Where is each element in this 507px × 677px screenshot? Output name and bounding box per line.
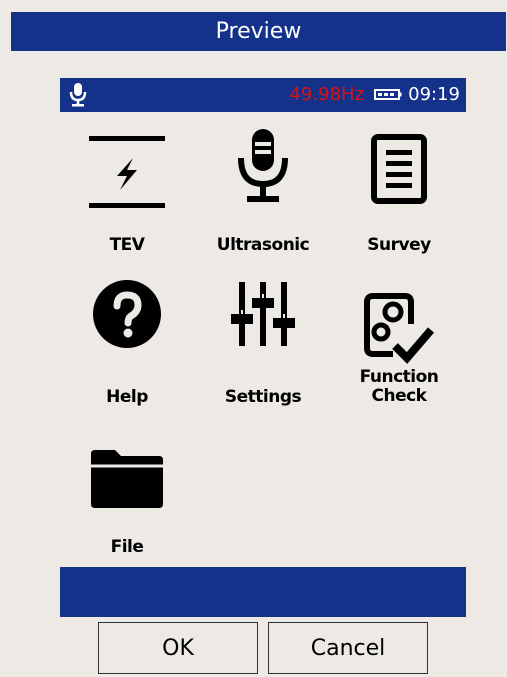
microphone-status-icon [69,83,87,107]
tev-icon [89,136,165,208]
menu-item-help[interactable]: Help [62,276,192,416]
menu-item-label: File [110,537,144,557]
window-title: Preview [215,19,302,44]
frequency-readout: 49.98Hz [289,84,364,105]
menu-item-function-check[interactable]: Function Check [334,276,464,416]
menu-item-survey[interactable]: Survey [334,126,464,266]
menu-item-label: Survey [367,235,431,255]
menu-item-label: Settings [224,387,302,407]
microphone-icon [238,129,288,202]
menu-item-label: Help [106,387,148,407]
menu-item-tev[interactable]: TEV [62,126,192,266]
ok-button[interactable]: OK [98,622,258,674]
menu-item-label: TEV [109,235,145,255]
menu-item-settings[interactable]: Settings [198,276,328,416]
function-check-icon [364,293,435,364]
title-bar: Preview [11,12,506,51]
sliders-icon [231,282,295,346]
battery-icon [374,89,402,100]
help-icon [93,280,161,348]
cancel-button[interactable]: Cancel [268,622,428,674]
menu-item-file[interactable]: File [62,426,192,566]
document-icon [371,134,427,204]
clock: 09:19 [408,84,460,105]
menu-item-ultrasonic[interactable]: Ultrasonic [198,126,328,266]
status-message-bar [60,567,466,617]
menu-item-label: Ultrasonic [216,235,310,255]
status-bar: 49.98Hz 09:19 [60,78,466,112]
folder-icon [91,450,163,508]
menu-item-label: Function Check [359,367,439,406]
preview-screen: 49.98Hz 09:19 TEV Ultrasonic Survey Help… [60,78,466,617]
